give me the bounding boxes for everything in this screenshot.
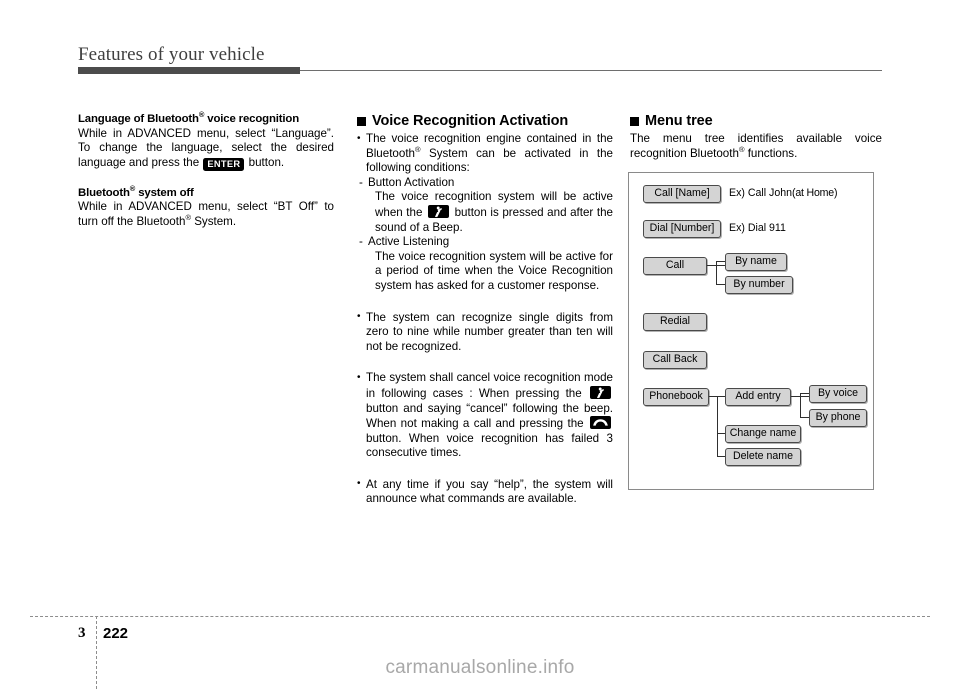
left-heading-bt-off-text: Bluetooth: [78, 186, 130, 199]
tree-connector: [800, 393, 801, 417]
page-title: Features of your vehicle: [78, 44, 265, 65]
header-rule-thick: [78, 67, 300, 74]
tree-connector: [800, 393, 809, 394]
bullet-help-command-text: At any time if you say “help”, the syste…: [366, 477, 613, 506]
sub-item-active-listening-text: The voice recognition system will be act…: [375, 249, 613, 292]
watermark: carmanualsonline.info: [385, 657, 575, 678]
section-heading-menu-tree: Menu tree: [630, 112, 882, 130]
menu-tree-intro: The menu tree identifies available voice…: [630, 132, 882, 161]
left-heading-language-text: Language of Bluetooth: [78, 113, 199, 125]
square-bullet-icon: [357, 116, 366, 126]
tree-node-by-name[interactable]: By name: [725, 253, 787, 271]
voice-recognition-button-icon: [428, 204, 449, 218]
tree-connector: [800, 417, 809, 418]
end-call-button-icon: [590, 416, 611, 430]
header-rule: [78, 67, 882, 75]
sub-item-button-activation: Button Activation: [357, 176, 613, 191]
tree-node-change-name[interactable]: Change name: [725, 425, 801, 443]
middle-column: Voice Recognition Activation The voice r…: [357, 112, 613, 507]
header-rule-thin: [300, 70, 882, 71]
bullet-cancel-a: The system shall cancel voice recognitio…: [366, 371, 613, 400]
tree-example-dial-number-prefix: Ex) Dial 911: [729, 222, 786, 234]
section-heading-voice-recognition-activation: Voice Recognition Activation: [357, 112, 613, 130]
page-number: 222: [103, 625, 129, 642]
page-header: Features of your vehicle: [78, 44, 882, 75]
tree-node-delete-name[interactable]: Delete name: [725, 448, 801, 466]
sub-item-active-listening: Active Listening: [357, 235, 613, 250]
bullet-single-digits: The system can recognize single digits f…: [357, 310, 613, 355]
tree-node-call[interactable]: Call: [643, 257, 707, 275]
tree-node-by-number[interactable]: By number: [725, 276, 793, 294]
tree-connector: [717, 456, 725, 457]
voice-recognition-button-icon: [590, 385, 611, 399]
tree-connector: [716, 284, 725, 285]
footer-divider: [30, 616, 930, 617]
tree-example-dial-number: Ex) Dial 911: [729, 222, 786, 235]
right-column: Menu tree The menu tree identifies avail…: [630, 112, 882, 161]
tree-node-add-entry[interactable]: Add entry: [725, 388, 791, 406]
tree-example-call-name-prefix: Ex) Call John: [729, 187, 792, 199]
left-heading-bt-off: Bluetooth® system off: [78, 185, 334, 201]
left-heading-language: Language of Bluetooth® voice recognition: [78, 111, 334, 127]
bullet-help-command: At any time if you say “help”, the syste…: [357, 477, 613, 507]
sub-item-button-activation-text: The voice recognition system will be act…: [357, 190, 613, 235]
tree-connector: [716, 261, 717, 284]
tree-node-by-phone[interactable]: By phone: [809, 409, 867, 427]
square-bullet-icon: [630, 116, 639, 126]
section-heading-voice-recognition-activation-label: Voice Recognition Activation: [372, 113, 569, 129]
left-paragraph-bt-off-b: System.: [190, 214, 237, 228]
tree-node-call-name[interactable]: Call [Name]: [643, 185, 721, 203]
left-paragraph-bt-off: While in ADVANCED menu, select “BT Off” …: [78, 200, 334, 229]
tree-node-call-back[interactable]: Call Back: [643, 351, 707, 369]
menu-tree-diagram: Call [Name] Ex) Call John(at Home) Dial …: [628, 172, 874, 490]
bullet-single-digits-text: The system can recognize single digits f…: [366, 310, 613, 353]
enter-key-glyph: ENTER: [203, 157, 245, 171]
tree-node-phonebook[interactable]: Phonebook: [643, 388, 709, 406]
left-paragraph-language: While in ADVANCED menu, select “Language…: [78, 127, 334, 171]
tree-node-dial-number[interactable]: Dial [Number]: [643, 220, 721, 238]
left-paragraph-language-b: button.: [245, 155, 285, 169]
menu-tree-intro-b: functions.: [744, 146, 798, 160]
left-heading-language-rest: voice recognition: [204, 113, 300, 125]
bullet-activation-conditions: The voice recognition engine contained i…: [357, 132, 613, 176]
bullet-cancel-b: button and saying “cancel” following the…: [366, 401, 613, 431]
tree-node-redial[interactable]: Redial: [643, 313, 707, 331]
left-column: Language of Bluetooth® voice recognition…: [78, 111, 334, 230]
chapter-number: 3: [78, 625, 86, 641]
tree-example-call-name-suffix: (at Home): [792, 187, 838, 199]
tree-connector: [716, 261, 725, 262]
bullet-cancel-voice-recognition: The system shall cancel voice recognitio…: [357, 371, 613, 461]
tree-example-call-name: Ex) Call John(at Home): [729, 187, 837, 200]
tree-connector: [717, 396, 718, 456]
bullet-cancel-c: button. When voice recognition has faile…: [366, 431, 613, 460]
left-heading-bt-off-rest: system off: [135, 186, 194, 199]
section-heading-menu-tree-label: Menu tree: [645, 113, 713, 129]
tree-node-by-voice[interactable]: By voice: [809, 385, 867, 403]
tree-connector: [717, 433, 725, 434]
